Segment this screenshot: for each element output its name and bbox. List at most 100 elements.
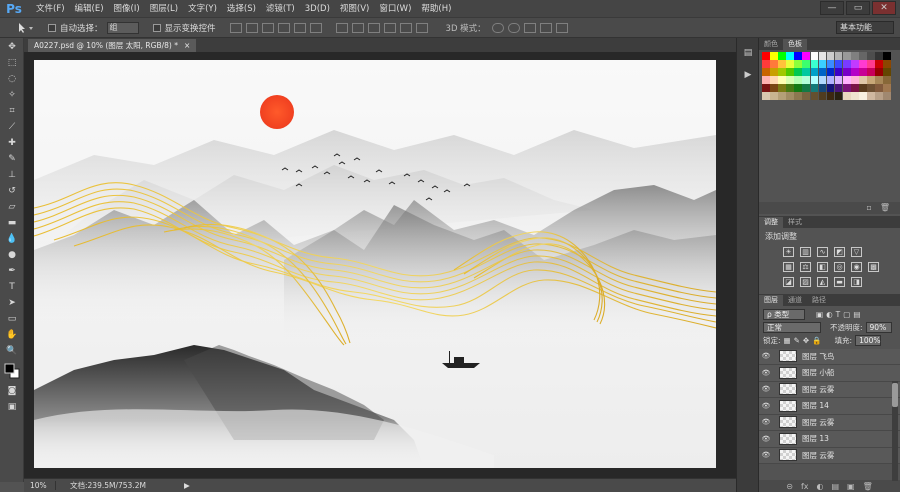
swatch[interactable] (883, 68, 891, 76)
auto-select-checkbox[interactable] (48, 23, 56, 32)
hand-tool-icon[interactable]: ✋ (4, 328, 20, 342)
swatch[interactable] (762, 52, 770, 60)
hue-saturation-icon[interactable]: ▦ (783, 261, 794, 272)
swatch[interactable] (786, 68, 794, 76)
swatch[interactable] (762, 76, 770, 84)
lock-all-icon[interactable]: 🔒 (812, 336, 821, 345)
new-swatch-icon[interactable]: ▫ (866, 203, 871, 212)
menu-image[interactable]: 图像(I) (109, 0, 145, 18)
swatch[interactable] (859, 92, 867, 100)
swatch[interactable] (867, 52, 875, 60)
swatch[interactable] (762, 60, 770, 68)
maximize-button[interactable]: ▭ (846, 1, 870, 15)
vibrance-icon[interactable]: ▽ (851, 246, 862, 257)
swatch[interactable] (818, 52, 827, 60)
swatch[interactable] (842, 52, 851, 60)
quick-mask-icon[interactable]: ◙ (4, 384, 20, 398)
filter-type-icon[interactable]: T (836, 310, 841, 319)
screen-mode-icon[interactable]: ▣ (4, 400, 20, 414)
swatch[interactable] (818, 60, 827, 68)
clone-stamp-tool-icon[interactable]: ⊥ (4, 168, 20, 182)
close-button[interactable]: ✕ (872, 1, 896, 15)
lock-image-icon[interactable]: ✎ (794, 336, 800, 345)
tab-paths[interactable]: 路径 (807, 295, 831, 306)
swatch[interactable] (859, 84, 867, 92)
menu-select[interactable]: 选择(S) (222, 0, 261, 18)
distribute-hcenter-icon[interactable] (399, 22, 412, 33)
swatch[interactable] (834, 68, 843, 76)
history-panel-icon[interactable]: ▤ (741, 46, 755, 60)
blur-tool-icon[interactable]: 💧 (4, 232, 20, 246)
scale-3d-icon[interactable] (555, 22, 568, 33)
brush-tool-icon[interactable]: ✎ (4, 152, 20, 166)
filter-pixel-icon[interactable]: ▣ (816, 310, 823, 319)
posterize-icon[interactable]: ▨ (800, 276, 811, 287)
canvas-area[interactable] (24, 52, 736, 478)
lock-transparent-icon[interactable]: ▦ (784, 336, 791, 345)
path-selection-tool-icon[interactable]: ➤ (4, 296, 20, 310)
menu-window[interactable]: 窗口(W) (374, 0, 416, 18)
swatch[interactable] (786, 92, 794, 100)
swatch[interactable] (826, 60, 835, 68)
swatch[interactable] (842, 68, 851, 76)
swatch[interactable] (859, 68, 867, 76)
swatch[interactable] (818, 76, 827, 84)
swatch[interactable] (770, 60, 778, 68)
align-top-icon[interactable] (229, 22, 242, 33)
swatch[interactable] (875, 52, 883, 60)
delete-layer-icon[interactable]: 🗑 (863, 482, 873, 491)
swatch[interactable] (762, 68, 770, 76)
swatch[interactable] (778, 60, 786, 68)
swatch[interactable] (842, 60, 851, 68)
swatch[interactable] (810, 68, 819, 76)
swatch[interactable] (834, 76, 843, 84)
selective-color-icon[interactable]: ◨ (851, 276, 862, 287)
swatch[interactable] (875, 76, 883, 84)
layer-row[interactable]: 👁 图层 13 (759, 431, 900, 448)
opacity-input[interactable]: 90% (865, 321, 892, 333)
gradient-map-icon[interactable]: ▬ (834, 276, 845, 287)
swatch[interactable] (826, 52, 835, 60)
threshold-icon[interactable]: ◭ (817, 276, 828, 287)
swatch[interactable] (883, 92, 891, 100)
swatch[interactable] (770, 76, 778, 84)
swatch[interactable] (883, 60, 891, 68)
swatch[interactable] (802, 84, 811, 92)
menu-layer[interactable]: 图层(L) (145, 0, 183, 18)
delete-swatch-icon[interactable]: 🗑 (880, 203, 890, 212)
new-group-icon[interactable]: ▤ (831, 482, 839, 491)
zoom-level[interactable]: 10% (24, 481, 56, 490)
swatch[interactable] (851, 76, 859, 84)
minimize-button[interactable]: — (820, 1, 844, 15)
color-swatches-icon[interactable] (4, 360, 20, 382)
layer-row[interactable]: 👁 图层 云雾 (759, 381, 900, 398)
swatch[interactable] (834, 84, 843, 92)
swatch[interactable] (778, 92, 786, 100)
swatch[interactable] (834, 92, 843, 100)
swatch[interactable] (794, 76, 802, 84)
align-left-icon[interactable] (277, 22, 290, 33)
swatch[interactable] (875, 84, 883, 92)
swatch[interactable] (810, 92, 819, 100)
roll-3d-icon[interactable] (507, 22, 520, 33)
document-tab-close-icon[interactable]: × (184, 39, 190, 52)
swatch[interactable] (859, 52, 867, 60)
marquee-tool-icon[interactable]: ⬚ (4, 56, 20, 70)
swatch[interactable] (770, 68, 778, 76)
visibility-eye-icon[interactable]: 👁 (759, 385, 773, 393)
distribute-top-icon[interactable] (335, 22, 348, 33)
menu-filter[interactable]: 滤镜(T) (261, 0, 300, 18)
swatch[interactable] (794, 52, 802, 60)
exposure-icon[interactable]: ◩ (834, 246, 845, 257)
workspace-dropdown[interactable]: 基本功能 (836, 21, 894, 34)
levels-icon[interactable]: ▥ (800, 246, 811, 257)
move-tool-icon[interactable]: ✥ (4, 40, 20, 54)
history-brush-tool-icon[interactable]: ↺ (4, 184, 20, 198)
distribute-bottom-icon[interactable] (367, 22, 380, 33)
photo-filter-icon[interactable]: ◎ (834, 261, 845, 272)
swatch[interactable] (770, 52, 778, 60)
visibility-eye-icon[interactable]: 👁 (759, 352, 773, 360)
magic-wand-tool-icon[interactable]: ✧ (4, 88, 20, 102)
swatch[interactable] (786, 52, 794, 60)
lasso-tool-icon[interactable]: ◌ (4, 72, 20, 86)
